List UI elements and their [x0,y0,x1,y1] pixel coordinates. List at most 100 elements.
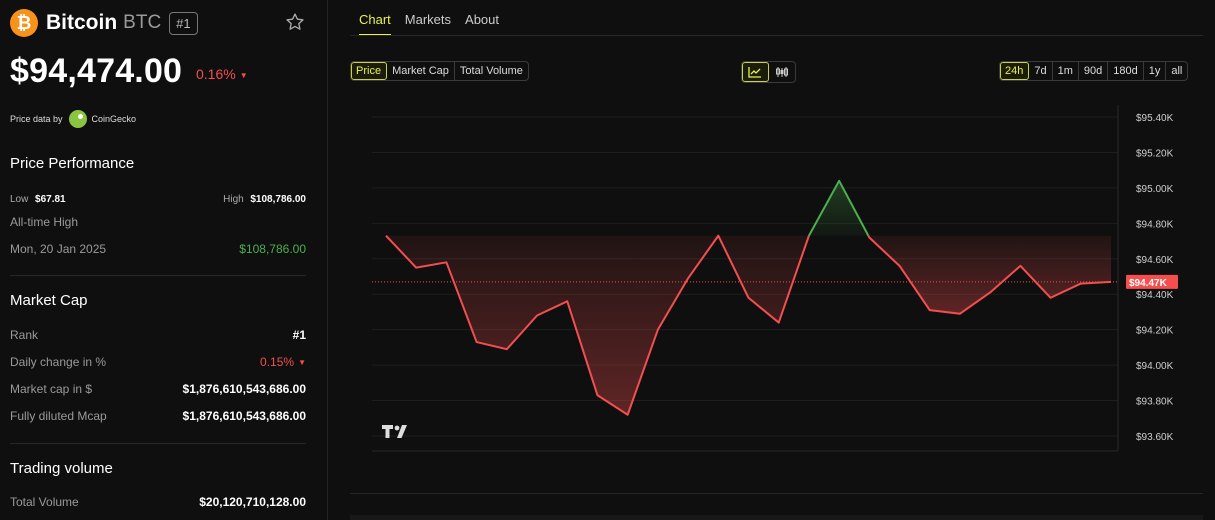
daily-change-label: Daily change in % [10,355,107,369]
fdv-row: Fully diluted Mcap $1,876,610,543,686.00 [10,409,306,423]
rank-row: Rank #1 [10,328,306,342]
coin-ticker: BTC [123,12,162,33]
low-high-row: Low $67.81 High $108,786.00 [10,191,306,205]
ath-row: All-time High [10,215,306,229]
data-point [988,290,992,294]
candlestick-button[interactable] [769,62,795,82]
daily-change-number: 0.15% [260,355,295,369]
line-chart-icon [748,67,761,78]
price-chart[interactable]: $93.60K $93.80K $94.00K $94.20K $94.40K $94.6… [350,105,1203,479]
daily-change-value: 0.15% ▼ [260,355,306,369]
data-point [475,340,479,344]
coin-name: Bitcoin [46,11,118,34]
coin-header: ₿ Bitcoin BTC #1 [10,9,198,37]
data-point [414,266,418,270]
data-point [1049,296,1053,300]
data-point [928,308,932,312]
divider [10,443,306,444]
source-prefix: Price data by [10,114,63,124]
tabs-underline [350,35,1203,36]
tab-chart[interactable]: Chart [359,12,391,36]
market-cap-label: Market cap in $ [10,382,93,396]
bitcoin-logo-icon: ₿ [10,9,38,37]
ath-value: $108,786.00 [239,242,306,256]
data-point [384,234,388,238]
data-point [867,236,871,240]
candlestick-icon [776,67,788,77]
rank-label: Rank [10,328,39,342]
y-tick-label: $93.60K [1136,432,1174,443]
y-tick-label: $95.20K [1136,148,1174,159]
price-performance-title: Price Performance [10,155,135,172]
next-section-strip [350,515,1203,520]
range-180d-button[interactable]: 180d [1108,62,1144,80]
source-name[interactable]: CoinGecko [92,114,137,124]
market-cap-button[interactable]: Market Cap [387,62,455,80]
market-cap-title: Market Cap [10,292,88,309]
price-chart-svg[interactable]: $93.60K $93.80K $94.00K $94.20K $94.40K $94.6… [350,105,1203,479]
ath-label: All-time High [10,215,79,229]
total-volume-row: Total Volume $20,120,710,128.00 [10,495,306,509]
ath-date: Mon, 20 Jan 2025 [10,242,107,256]
y-tick-label: $95.00K [1136,184,1174,195]
down-arrow-icon: ▼ [239,71,248,80]
y-tick-label: $94.00K [1136,361,1174,372]
down-arrow-icon: ▼ [298,358,306,367]
tab-markets[interactable]: Markets [405,12,451,36]
data-point [747,296,751,300]
data-point [898,264,902,268]
divider [10,275,306,276]
coin-sidebar: ₿ Bitcoin BTC #1 $94,474.00 0.16% ▼ Price… [0,0,328,520]
low-value: $67.81 [35,194,66,205]
data-point [505,347,509,351]
range-24h-button[interactable]: 24h [1000,62,1030,80]
chart-bottom-divider [350,493,1203,494]
y-tick-label: $94.40K [1136,290,1174,301]
daily-change-row: Daily change in % 0.15% ▼ [10,355,306,369]
range-all-button[interactable]: all [1166,62,1187,80]
data-point [777,321,781,325]
data-point [837,179,841,183]
total-volume-label: Total Volume [10,495,79,509]
price-button[interactable]: Price [351,62,388,80]
data-point [444,260,448,264]
range-1y-button[interactable]: 1y [1144,62,1167,80]
gain-area [808,180,869,236]
range-7d-button[interactable]: 7d [1029,62,1053,80]
line-chart-button[interactable] [742,62,769,82]
data-point [626,413,630,417]
fdv-label: Fully diluted Mcap [10,409,107,423]
trading-volume-title: Trading volume [10,460,113,477]
data-point [807,234,811,238]
main-tabs: Chart Markets About [359,12,513,36]
high-label: High [223,194,244,205]
star-icon[interactable] [285,12,305,32]
market-cap-value: $1,876,610,543,686.00 [182,382,306,396]
price-change: 0.16% ▼ [196,66,248,82]
chart-type-selector [741,61,796,83]
high-value: $108,786.00 [250,194,306,205]
fdv-value: $1,876,610,543,686.00 [182,409,306,423]
tab-about[interactable]: About [465,12,499,36]
ath-date-row: Mon, 20 Jan 2025 $108,786.00 [10,242,306,256]
price-source: Price data by CoinGecko [10,110,136,128]
range-90d-button[interactable]: 90d [1079,62,1109,80]
data-point [595,393,599,397]
market-cap-row: Market cap in $ $1,876,610,543,686.00 [10,382,306,396]
data-point [686,276,690,280]
metric-selector: Price Market Cap Total Volume [350,61,529,81]
current-price-label: $94.47K [1129,278,1168,289]
low-label: Low [10,194,29,205]
y-tick-label: $94.60K [1136,255,1174,266]
y-tick-label: $93.80K [1136,397,1174,408]
data-point [656,328,660,332]
data-point [535,313,539,317]
loss-area [386,235,809,415]
rank-badge: #1 [169,11,198,35]
y-tick-label: $95.40K [1136,113,1174,124]
range-1m-button[interactable]: 1m [1053,62,1079,80]
data-point [565,299,569,303]
time-range-selector: 24h 7d 1m 90d 180d 1y all [999,61,1189,81]
total-volume-value: $20,120,710,128.00 [199,495,306,509]
total-volume-button[interactable]: Total Volume [455,62,528,80]
